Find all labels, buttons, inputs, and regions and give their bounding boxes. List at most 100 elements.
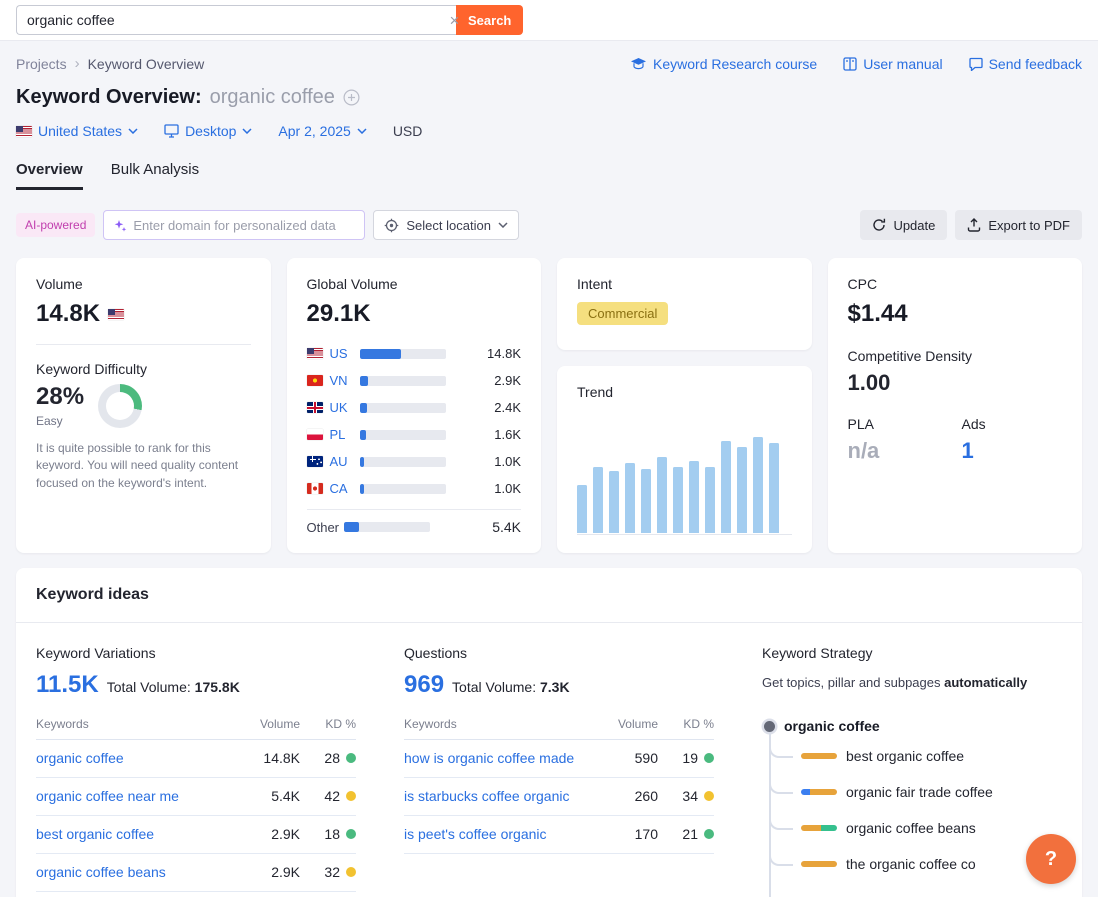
table-row: is peet's coffee organic17021 [404,816,714,854]
country-code-link[interactable]: VN [330,373,356,388]
strategy-root-label: organic coffee [784,718,880,734]
keyword-research-course-link[interactable]: Keyword Research course [630,56,817,72]
tab-overview[interactable]: Overview [16,161,83,190]
location-select[interactable]: Select location [373,210,519,240]
graduation-cap-icon [630,57,647,71]
kd-header: KD % [300,717,356,731]
intent-title: Intent [577,276,792,292]
country-volume: 1.0K [494,454,521,469]
clear-search-icon[interactable]: × [449,12,459,29]
device-filter[interactable]: Desktop [164,123,252,139]
volume-bar [360,349,446,359]
kd-title: Keyword Difficulty [36,361,251,377]
strategy-root[interactable]: organic coffee [762,718,1062,734]
chevron-down-icon [128,128,138,134]
country-code-link[interactable]: US [330,346,356,361]
breadcrumb-item-projects[interactable]: Projects [16,56,67,72]
keyword-link[interactable]: how is organic coffee made [404,749,598,768]
keyword-volume: 14.8K [240,750,300,766]
keyword-link[interactable]: organic coffee beans [36,863,240,882]
export-icon [967,218,981,232]
keyword-link[interactable]: organic coffee near me [36,787,240,806]
keyword-volume: 260 [598,788,658,804]
date-filter[interactable]: Apr 2, 2025 [278,123,366,139]
domain-input[interactable] [133,218,355,233]
send-feedback-link[interactable]: Send feedback [969,56,1082,72]
tab-bulk-analysis[interactable]: Bulk Analysis [111,161,199,190]
help-button[interactable]: ? [1026,834,1076,884]
location-target-icon [384,218,399,233]
keyword-link[interactable]: is peet's coffee organic [404,825,598,844]
keyword-link[interactable]: best organic coffee [36,825,240,844]
country-code-link[interactable]: PL [330,427,356,442]
kd-dot-icon [346,791,356,801]
table-header: Keywords Volume KD % [36,717,356,740]
volume-bar [360,403,446,413]
add-circle-icon[interactable] [343,89,360,106]
questions-total-value: 7.3K [540,679,570,695]
volume-bar [360,457,446,467]
keyword-link[interactable]: is starbucks coffee organic [404,787,598,806]
keyword-link[interactable]: organic coffee [36,749,240,768]
other-bar-fill [344,522,359,532]
country-volume: 1.6K [494,427,521,442]
keyword-kd: 19 [658,750,714,766]
search-input[interactable] [16,5,456,35]
country-code-link[interactable]: CA [330,481,356,496]
strategy-bar-icon [801,861,837,867]
monitor-icon [164,124,179,138]
search-button[interactable]: Search [456,5,523,35]
cpc-card: CPC $1.44 Competitive Density 1.00 PLA n… [828,258,1083,553]
table-header: Keywords Volume KD % [404,717,714,740]
trend-title: Trend [577,384,792,400]
kd-value: 28% [36,383,84,411]
keywords-header: Keywords [404,717,598,731]
keyword-strategy-column: Keyword Strategy Get topics, pillar and … [762,645,1062,897]
strategy-child[interactable]: best organic coffee [771,738,1062,774]
device-filter-label: Desktop [185,123,236,139]
questions-total-label: Total Volume: [452,679,536,695]
ai-powered-badge: AI-powered [16,213,95,237]
kd-label: Easy [36,414,84,428]
questions-count[interactable]: 969 [404,671,444,699]
kd-dot-icon [704,791,714,801]
breadcrumb: Projects › Keyword Overview [16,55,204,72]
intent-commercial-badge[interactable]: Commercial [577,302,668,325]
ads-value: 1 [962,438,986,464]
table-row: how is organic coffee made59019 [404,740,714,778]
global-volume-row: CA1.0K [307,475,522,502]
variations-count[interactable]: 11.5K [36,671,99,699]
au-flag-icon [307,456,323,467]
country-filter[interactable]: United States [16,123,138,139]
filters-row: United States Desktop Apr 2, 2025 USD [16,123,1082,139]
keyword-volume: 5.4K [240,788,300,804]
strategy-child[interactable]: organic fair trade coffee [771,774,1062,810]
user-manual-link[interactable]: User manual [843,56,942,72]
global-volume-row: US14.8K [307,340,522,367]
course-link-label: Keyword Research course [653,56,817,72]
us-flag-icon [108,309,124,320]
domain-input-box [103,210,365,240]
strategy-subtitle-bold: automatically [944,675,1027,690]
trend-card: Trend [557,366,812,553]
refresh-icon [872,218,886,232]
table-row: organic coffee near me5.4K42 [36,778,356,816]
cpc-value: $1.44 [848,300,908,328]
update-button[interactable]: Update [860,210,947,240]
strategy-child[interactable]: organic coffee beans [771,810,1062,846]
kd-header: KD % [658,717,714,731]
keyword-volume: 170 [598,826,658,842]
global-volume-value: 29.1K [307,300,371,328]
trend-bar [609,471,619,533]
keyword-kd: 32 [300,864,356,880]
table-row: organic coffee14.8K28 [36,740,356,778]
export-pdf-button[interactable]: Export to PDF [955,210,1082,240]
country-code-link[interactable]: UK [330,400,356,415]
volume-bar [344,522,430,532]
pla-label: PLA [848,416,962,432]
strategy-child[interactable]: the organic coffee co [771,846,1062,882]
country-code-link[interactable]: AU [330,454,356,469]
global-volume-row: VN2.9K [307,367,522,394]
kd-dot-icon [704,753,714,763]
cpc-title: CPC [848,276,1063,292]
